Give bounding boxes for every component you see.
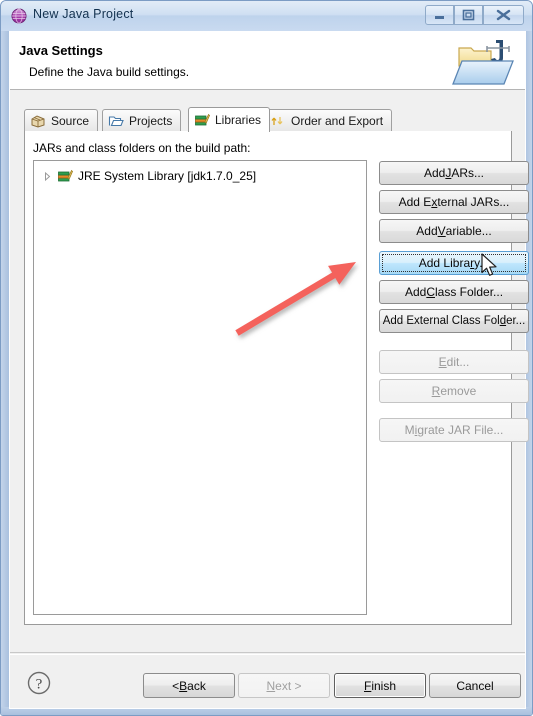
open-folder-icon <box>108 113 124 129</box>
add-library-button[interactable]: Add Libra r y... <box>379 251 529 275</box>
list-item-label: JRE System Library [jdk1.7.0_25] <box>78 169 257 183</box>
window-border-left <box>1 31 9 715</box>
help-button[interactable]: ? <box>27 671 51 695</box>
dialog-client-area: Java Settings Define the Java build sett… <box>9 31 529 709</box>
title-bar[interactable]: New Java Project <box>1 1 532 32</box>
page-title: Java Settings <box>19 43 103 58</box>
wizard-header: Java Settings Define the Java build sett… <box>10 32 525 90</box>
tab-libraries[interactable]: Libraries <box>188 107 271 132</box>
package-icon <box>30 113 46 129</box>
minimize-button[interactable] <box>425 5 454 25</box>
footer-divider-highlight <box>10 654 525 655</box>
dialog-window: New Java Project Java Settings Define th… <box>0 0 533 716</box>
chevron-right-icon[interactable] <box>41 170 54 183</box>
add-jars-button[interactable]: Add J ARs... <box>379 161 529 185</box>
next-button[interactable]: Next > <box>238 673 330 698</box>
order-arrows-icon <box>270 113 286 129</box>
page-description: Define the Java build settings. <box>29 65 190 79</box>
tab-projects[interactable]: Projects <box>102 109 182 132</box>
edit-button[interactable]: Edit... <box>379 350 529 374</box>
remove-button[interactable]: Remove <box>379 379 529 403</box>
tab-order-and-export[interactable]: Order and Export <box>264 109 393 132</box>
library-books-icon <box>57 168 73 184</box>
tab-libraries-label: Libraries <box>215 113 262 127</box>
library-books-icon <box>194 112 210 128</box>
list-item[interactable]: JRE System Library [jdk1.7.0_25] <box>34 166 366 186</box>
build-path-label: JARs and class folders on the build path… <box>33 141 251 155</box>
cancel-button[interactable]: Cancel <box>429 673 521 698</box>
back-button[interactable]: < Back <box>143 673 235 698</box>
finish-button[interactable]: Finish <box>334 673 426 698</box>
build-path-list[interactable]: JRE System Library [jdk1.7.0_25] <box>33 160 367 615</box>
add-external-class-folder-button[interactable]: Add External Class Fol d er... <box>379 309 529 333</box>
tab-source-label: Source <box>51 114 90 128</box>
migrate-jar-file-button[interactable]: Mi grate JAR File... <box>379 418 529 442</box>
window-title: New Java Project <box>33 7 134 21</box>
java-project-icon <box>11 8 27 24</box>
tab-projects-label: Projects <box>129 114 173 128</box>
tab-strip[interactable]: Source Projects Libraries Order and Expo… <box>24 107 504 132</box>
add-variable-button[interactable]: Add Variable... <box>379 219 529 243</box>
tab-order-label: Order and Export <box>291 114 384 128</box>
libraries-tab-panel: JARs and class folders on the build path… <box>24 131 529 625</box>
add-class-folder-button[interactable]: Add Class Folder... <box>379 280 529 304</box>
tab-source[interactable]: Source <box>24 109 99 132</box>
svg-text:?: ? <box>36 677 43 693</box>
close-button[interactable] <box>483 5 524 25</box>
footer-divider <box>10 652 525 653</box>
java-build-folder-icon <box>451 34 517 88</box>
restore-button[interactable] <box>454 5 483 25</box>
add-external-jars-button[interactable]: Add Ex ternal JARs... <box>379 190 529 214</box>
